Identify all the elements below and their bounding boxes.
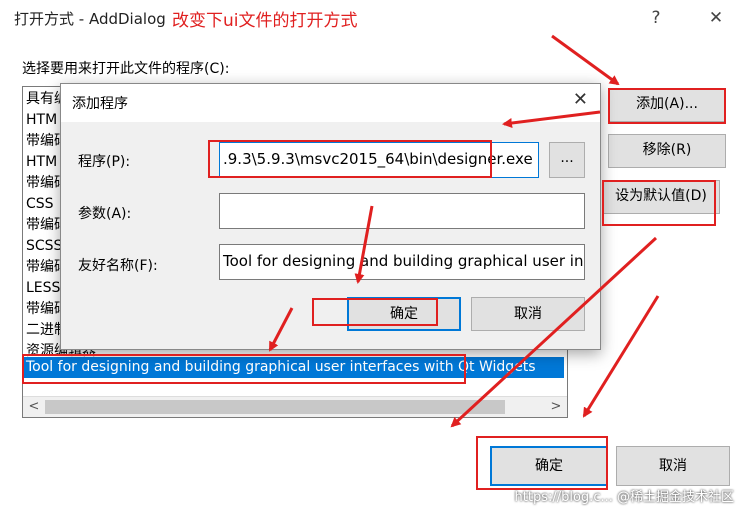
highlight-add-button: [608, 88, 726, 124]
horizontal-scrollbar[interactable]: < >: [23, 396, 567, 417]
highlight-ok-button: [476, 436, 608, 490]
highlight-selected-item: [22, 354, 466, 384]
cancel-button[interactable]: 取消: [616, 446, 730, 486]
friendly-name-input[interactable]: Tool for designing and building graphica…: [219, 244, 585, 280]
params-input[interactable]: [219, 193, 585, 229]
highlight-program-path: [208, 140, 492, 178]
params-label: 参数(A):: [78, 206, 132, 222]
list-item[interactable]: HTM: [26, 152, 57, 173]
help-icon[interactable]: ?: [644, 6, 668, 30]
watermark: https://blog.c... @稀土掘金技术社区: [514, 490, 734, 505]
close-icon[interactable]: ✕: [704, 6, 728, 30]
scroll-left-icon[interactable]: <: [25, 397, 43, 417]
open-with-window: { "window": { "title": "打开方式 - AddDialog…: [0, 0, 748, 509]
list-item[interactable]: HTM: [26, 110, 57, 131]
list-item[interactable]: CSS: [26, 194, 54, 215]
arrow-to-add: [551, 34, 620, 86]
highlight-dialog-ok: [312, 298, 438, 326]
scrollbar-thumb[interactable]: [45, 400, 505, 414]
remove-button[interactable]: 移除(R): [608, 134, 726, 168]
dialog-title: 添加程序: [72, 96, 128, 112]
list-item[interactable]: LESS: [26, 278, 60, 299]
annotation-text: 改变下ui文件的打开方式: [172, 11, 358, 31]
window-title: 打开方式 - AddDialog: [14, 10, 166, 28]
dialog-close-icon[interactable]: ✕: [573, 89, 588, 110]
program-label: 程序(P):: [78, 154, 131, 170]
friendly-name-label: 友好名称(F):: [78, 258, 158, 274]
dialog-cancel-button[interactable]: 取消: [471, 297, 585, 331]
highlight-set-default-button: [602, 180, 716, 226]
dialog-titlebar: 添加程序 ✕: [61, 84, 600, 122]
list-item[interactable]: SCSS: [26, 236, 62, 257]
scroll-right-icon[interactable]: >: [547, 397, 565, 417]
program-list-label: 选择要用来打开此文件的程序(C):: [22, 61, 230, 77]
browse-button[interactable]: ...: [549, 142, 585, 178]
